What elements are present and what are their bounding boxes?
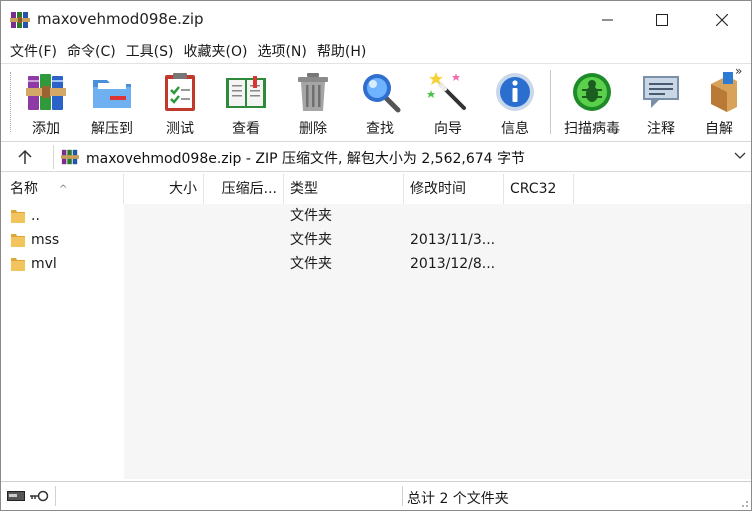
minimize-icon	[602, 19, 613, 21]
extract-to-label: 解压到	[91, 121, 133, 137]
column-header-size[interactable]: 大小	[124, 174, 204, 204]
close-icon	[716, 14, 728, 26]
sfx-button[interactable]: 自解	[693, 68, 737, 136]
view-book-icon	[226, 76, 266, 108]
find-label: 查找	[366, 121, 394, 137]
file-type: 文件夹	[290, 208, 332, 224]
winrar-books-icon	[26, 74, 66, 110]
extract-to-button[interactable]: 解压到	[81, 68, 143, 137]
toolbar-separator	[550, 70, 551, 134]
test-clipboard-icon	[165, 73, 195, 111]
delete-label: 删除	[299, 121, 327, 137]
view-button[interactable]: 查看	[215, 68, 277, 137]
file-list[interactable]: 名称 ^ 大小 压缩后... 类型 修改时间 CRC32 .. 文件夹 mss …	[1, 174, 751, 479]
view-label: 查看	[232, 121, 260, 137]
chevron-down-icon[interactable]	[734, 151, 746, 161]
menu-options[interactable]: 选项(N)	[252, 41, 311, 61]
column-header-crc32[interactable]: CRC32	[504, 174, 574, 204]
comment-button[interactable]: 注释	[630, 68, 692, 137]
comment-label: 注释	[647, 121, 675, 137]
file-name: ..	[31, 208, 40, 224]
menu-bar: 文件(F) 命令(C) 工具(S) 收藏夹(O) 选项(N) 帮助(H)	[1, 39, 751, 63]
list-item[interactable]: mss 文件夹 2013/11/3...	[1, 228, 751, 252]
arrow-up-icon	[18, 149, 32, 164]
wizard-label: 向导	[434, 121, 462, 137]
status-divider	[402, 486, 403, 506]
column-name-label: 名称	[10, 181, 38, 197]
status-bar: 总计 2 个文件夹	[1, 481, 751, 510]
folder-icon	[11, 258, 25, 271]
minimize-button[interactable]	[585, 1, 631, 39]
delete-button[interactable]: 删除	[282, 68, 344, 137]
status-divider	[55, 486, 56, 506]
archive-path-text: maxovehmod098e.zip - ZIP 压缩文件, 解包大小为 2,5…	[86, 151, 526, 167]
column-packed-label: 压缩后...	[221, 181, 277, 197]
toolbar: 添加 解压到 测试 查看 删除 查找 向导 信息 扫描病毒 注释 自解 »	[1, 63, 751, 139]
magnifier-icon	[363, 74, 401, 113]
archive-icon	[61, 149, 79, 165]
test-button[interactable]: 测试	[149, 68, 211, 137]
archive-path-field[interactable]: maxovehmod098e.zip - ZIP 压缩文件, 解包大小为 2,5…	[53, 145, 749, 169]
menu-help[interactable]: 帮助(H)	[312, 41, 371, 61]
scan-virus-button[interactable]: 扫描病毒	[561, 68, 623, 137]
status-summary: 总计 2 个文件夹	[407, 491, 509, 507]
winrar-app-icon	[10, 12, 30, 28]
virus-scan-icon	[573, 73, 611, 111]
menu-commands[interactable]: 命令(C)	[62, 41, 121, 61]
toolbar-overflow-button[interactable]: »	[735, 64, 742, 78]
add-button[interactable]: 添加	[15, 68, 77, 137]
folder-icon	[11, 234, 25, 247]
file-modified: 2013/12/8...	[410, 256, 496, 272]
column-header-packed[interactable]: 压缩后...	[204, 174, 284, 204]
file-name: mvl	[31, 256, 57, 272]
maximize-button[interactable]	[639, 1, 685, 39]
drive-icon[interactable]	[7, 490, 25, 502]
up-one-level-button[interactable]	[9, 145, 41, 169]
menu-tools[interactable]: 工具(S)	[121, 41, 179, 61]
test-label: 测试	[166, 121, 194, 137]
key-icon[interactable]	[29, 489, 49, 503]
trash-can-icon	[298, 73, 328, 111]
column-modified-label: 修改时间	[410, 181, 466, 197]
column-header-name[interactable]: 名称 ^	[1, 174, 124, 204]
address-bar: maxovehmod098e.zip - ZIP 压缩文件, 解包大小为 2,5…	[1, 141, 751, 172]
folder-icon	[11, 210, 25, 223]
comment-icon	[643, 76, 679, 108]
sort-ascending-icon: ^	[59, 184, 68, 195]
title-bar[interactable]: maxovehmod098e.zip	[1, 1, 751, 39]
list-item[interactable]: .. 文件夹	[1, 204, 751, 228]
column-size-label: 大小	[169, 181, 197, 197]
info-icon	[496, 73, 534, 111]
scan-virus-label: 扫描病毒	[564, 121, 620, 137]
find-button[interactable]: 查找	[349, 68, 411, 137]
winrar-window: maxovehmod098e.zip 文件(F) 命令(C) 工具(S) 收藏夹…	[0, 0, 752, 511]
column-crc32-label: CRC32	[510, 181, 557, 197]
close-button[interactable]	[699, 1, 745, 39]
resize-grip-icon[interactable]	[737, 496, 749, 508]
file-type: 文件夹	[290, 232, 332, 248]
list-item[interactable]: mvl 文件夹 2013/12/8...	[1, 252, 751, 276]
wizard-button[interactable]: 向导	[417, 68, 479, 137]
column-header-modified[interactable]: 修改时间	[404, 174, 504, 204]
column-header-type[interactable]: 类型	[284, 174, 404, 204]
info-button[interactable]: 信息	[484, 68, 546, 137]
magic-wand-icon	[427, 72, 466, 110]
toolbar-grip[interactable]	[10, 72, 13, 132]
file-type: 文件夹	[290, 256, 332, 272]
sfx-label: 自解	[705, 121, 733, 136]
info-label: 信息	[501, 121, 529, 137]
window-title: maxovehmod098e.zip	[37, 10, 204, 28]
sfx-box-icon	[711, 72, 737, 112]
extract-folder-icon	[93, 80, 131, 108]
file-modified: 2013/11/3...	[410, 232, 496, 248]
menu-favorites[interactable]: 收藏夹(O)	[179, 41, 253, 61]
file-name: mss	[31, 232, 60, 248]
column-header-row: 名称 ^ 大小 压缩后... 类型 修改时间 CRC32	[1, 174, 751, 204]
maximize-icon	[656, 14, 668, 26]
column-type-label: 类型	[290, 181, 318, 197]
add-label: 添加	[32, 121, 60, 137]
menu-file[interactable]: 文件(F)	[5, 41, 62, 61]
